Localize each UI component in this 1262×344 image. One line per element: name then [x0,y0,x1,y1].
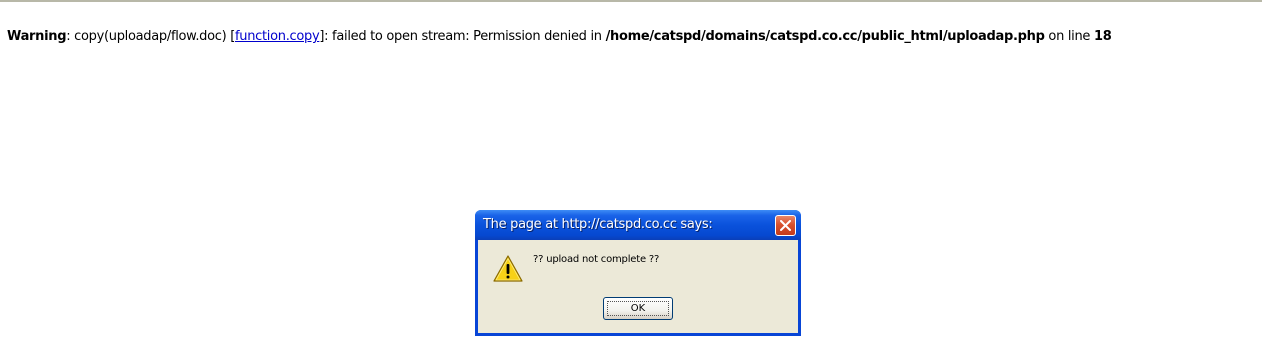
ok-button[interactable]: OK [603,297,673,320]
ok-button-label: OK [630,303,646,314]
warning-icon [493,255,523,282]
dialog-titlebar[interactable]: The page at http://catspd.co.cc says: [475,210,801,240]
dialog-body: ?? upload not complete ?? OK [478,240,798,333]
dialog-title: The page at http://catspd.co.cc says: [483,217,713,232]
warning-line-prefix: on line [1044,29,1094,44]
function-copy-link[interactable]: function.copy [235,29,320,44]
alert-dialog: The page at http://catspd.co.cc says: ??… [475,210,801,336]
close-icon [780,220,791,231]
warning-text-after-link: ]: failed to open stream: Permission den… [319,29,606,44]
top-divider [0,0,1262,2]
php-warning-message: Warning: copy(uploadap/flow.doc) [functi… [7,29,1257,45]
warning-text-before-link: : copy(uploadap/flow.doc) [ [66,29,235,44]
warning-label: Warning [7,29,67,44]
warning-file-path: /home/catspd/domains/catspd.co.cc/public… [605,29,1045,44]
warning-line-number: 18 [1093,29,1112,44]
dialog-message: ?? upload not complete ?? [533,254,660,265]
close-button[interactable] [775,215,796,236]
